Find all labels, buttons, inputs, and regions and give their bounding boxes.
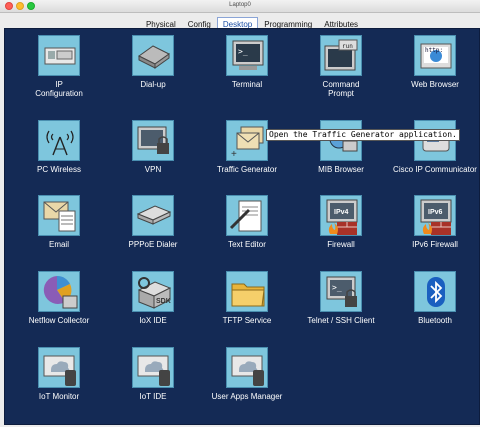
user-apps-manager-icon bbox=[226, 347, 268, 388]
netflow-collector-icon bbox=[38, 271, 80, 312]
app-pppoe-dialer[interactable]: PPPoE Dialer bbox=[105, 195, 201, 249]
text-editor-icon bbox=[226, 195, 268, 236]
app-iox-ide[interactable]: SDK IoX IDE bbox=[105, 271, 201, 325]
tab-bar: Physical Config Desktop Programming Attr… bbox=[0, 14, 480, 32]
firewall-icon: IPv4 bbox=[320, 195, 362, 236]
pc-wireless-icon bbox=[38, 120, 80, 161]
svg-text:run: run bbox=[342, 43, 353, 50]
app-text-editor[interactable]: Text Editor bbox=[199, 195, 295, 249]
tftp-service-icon bbox=[226, 271, 268, 312]
svg-text:>_: >_ bbox=[332, 283, 342, 292]
traffic-generator-tooltip: Open the Traffic Generator application. bbox=[266, 129, 460, 141]
window-title: Laptop0 bbox=[229, 2, 251, 8]
svg-text:SDK: SDK bbox=[156, 298, 171, 305]
app-dial-up[interactable]: Dial-up bbox=[105, 35, 201, 89]
dial-up-icon bbox=[132, 35, 174, 76]
vpn-icon bbox=[132, 120, 174, 161]
window-titlebar: Laptop0 bbox=[0, 0, 480, 13]
app-terminal[interactable]: >_ Terminal bbox=[199, 35, 295, 89]
desktop-area: IP Configuration Dial-up >_ Terminal run… bbox=[4, 28, 480, 425]
web-browser-icon: http: bbox=[414, 35, 456, 76]
terminal-icon: >_ bbox=[226, 35, 268, 76]
app-email[interactable]: Email bbox=[11, 195, 107, 249]
telnet-ssh-client-icon: >_ bbox=[320, 271, 362, 312]
ip-configuration-icon bbox=[38, 35, 80, 76]
app-vpn[interactable]: VPN bbox=[105, 120, 201, 174]
bluetooth-icon bbox=[414, 271, 456, 312]
app-iot-ide[interactable]: IoT IDE bbox=[105, 347, 201, 401]
command-prompt-icon: run bbox=[320, 35, 362, 76]
app-ip-configuration[interactable]: IP Configuration bbox=[11, 35, 107, 98]
svg-text:IPv4: IPv4 bbox=[334, 209, 349, 216]
app-web-browser[interactable]: http: Web Browser bbox=[387, 35, 479, 89]
svg-text:IPv6: IPv6 bbox=[428, 209, 443, 216]
ipv6-firewall-icon: IPv6 bbox=[414, 195, 456, 236]
iot-ide-icon bbox=[132, 347, 174, 388]
iox-ide-icon: SDK bbox=[132, 271, 174, 312]
pppoe-dialer-icon bbox=[132, 195, 174, 236]
app-iot-monitor[interactable]: IoT Monitor bbox=[11, 347, 107, 401]
traffic-generator-icon: + bbox=[226, 120, 268, 161]
app-bluetooth[interactable]: Bluetooth bbox=[387, 271, 479, 325]
svg-text:+: + bbox=[231, 149, 237, 160]
app-ipv6-firewall[interactable]: IPv6 IPv6 Firewall bbox=[387, 195, 479, 249]
app-telnet-ssh-client[interactable]: >_ Telnet / SSH Client bbox=[293, 271, 389, 325]
app-netflow-collector[interactable]: Netflow Collector bbox=[11, 271, 107, 325]
app-command-prompt[interactable]: run Command Prompt bbox=[293, 35, 389, 98]
iot-monitor-icon bbox=[38, 347, 80, 388]
app-firewall[interactable]: IPv4 Firewall bbox=[293, 195, 389, 249]
svg-text:>_: >_ bbox=[238, 47, 248, 56]
app-tftp-service[interactable]: TFTP Service bbox=[199, 271, 295, 325]
app-pc-wireless[interactable]: PC Wireless bbox=[11, 120, 107, 174]
app-user-apps-manager[interactable]: User Apps Manager bbox=[199, 347, 295, 401]
email-icon bbox=[38, 195, 80, 236]
svg-text:http:: http: bbox=[425, 47, 443, 54]
